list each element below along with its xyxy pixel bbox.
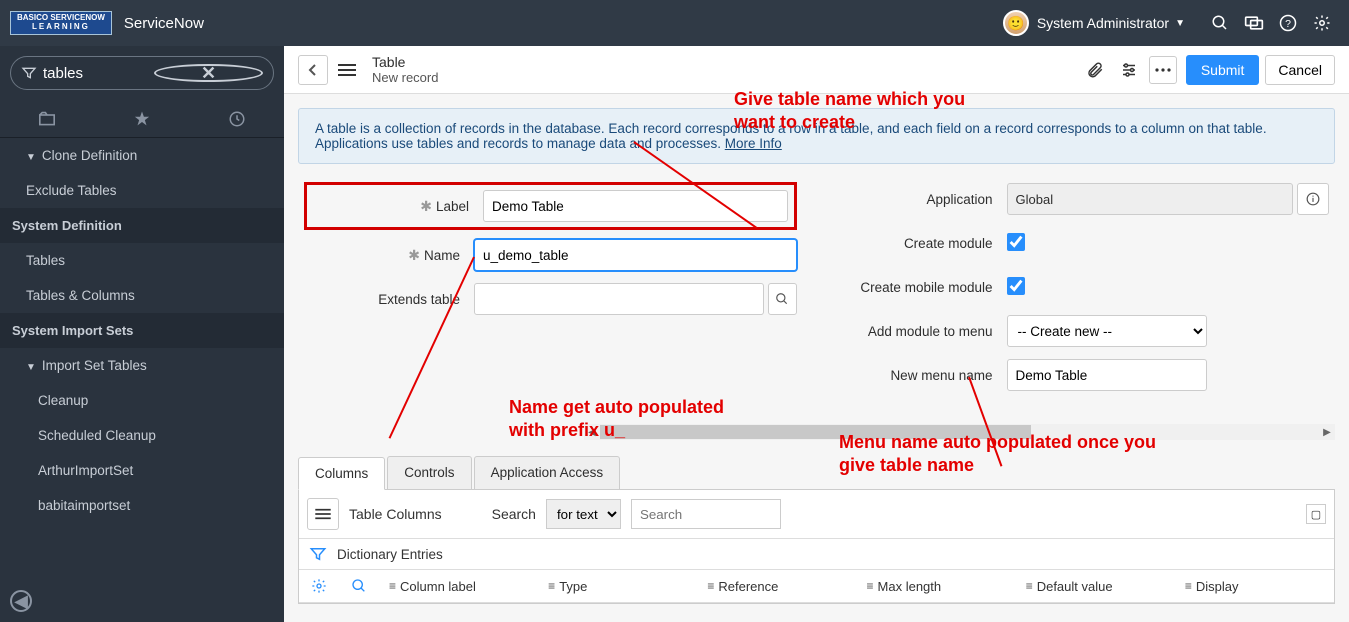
create-module-checkbox[interactable] bbox=[1007, 233, 1025, 251]
nav-item[interactable]: Exclude Tables bbox=[0, 173, 284, 208]
nav-section: System Definition bbox=[0, 208, 284, 243]
nav-section: System Import Sets bbox=[0, 313, 284, 348]
label-input[interactable] bbox=[483, 190, 788, 222]
info-box: A table is a collection of records in th… bbox=[298, 108, 1335, 164]
col-display[interactable]: ≡Display bbox=[1175, 570, 1334, 602]
col-max-length[interactable]: ≡Max length bbox=[857, 570, 1016, 602]
nav-item[interactable]: ▼Import Set Tables bbox=[0, 348, 284, 383]
list-gear-icon[interactable] bbox=[299, 570, 339, 602]
brand-name: ServiceNow bbox=[124, 15, 204, 32]
create-mobile-label: Create mobile module bbox=[860, 280, 992, 295]
application-value: Global bbox=[1007, 183, 1294, 215]
back-button[interactable] bbox=[298, 55, 328, 85]
list-header: ≡Column label ≡Type ≡Reference ≡Max leng… bbox=[299, 569, 1334, 603]
attachment-icon[interactable] bbox=[1081, 56, 1109, 84]
search-icon[interactable] bbox=[1209, 12, 1231, 34]
nav-tab-history-icon[interactable] bbox=[189, 100, 284, 137]
submit-button[interactable]: Submit bbox=[1186, 55, 1260, 85]
create-module-label: Create module bbox=[904, 236, 993, 251]
chat-icon[interactable] bbox=[1243, 12, 1265, 34]
list-filter-row: Dictionary Entries bbox=[299, 539, 1334, 569]
new-menu-input[interactable] bbox=[1007, 359, 1207, 391]
tab-columns[interactable]: Columns bbox=[298, 457, 385, 490]
list-search-label: Search bbox=[492, 506, 536, 522]
nav-item[interactable]: Cleanup bbox=[0, 383, 284, 418]
user-dropdown-caret[interactable]: ▼ bbox=[1175, 18, 1185, 29]
nav-item[interactable]: Tables bbox=[0, 243, 284, 278]
more-info-link[interactable]: More Info bbox=[725, 136, 782, 151]
nav-item[interactable]: Scheduled Cleanup bbox=[0, 418, 284, 453]
tab-application-access[interactable]: Application Access bbox=[474, 456, 621, 489]
tab-controls[interactable]: Controls bbox=[387, 456, 471, 489]
content-area: Table New record Submit Cancel A table i… bbox=[284, 46, 1349, 622]
nav-filter[interactable]: tables ✕ bbox=[10, 56, 274, 90]
form-menu-icon[interactable] bbox=[338, 63, 362, 77]
nav-collapse-icon[interactable]: ◀ bbox=[10, 590, 32, 612]
extends-lookup-icon[interactable] bbox=[768, 283, 797, 315]
col-type[interactable]: ≡Type bbox=[538, 570, 697, 602]
name-input[interactable] bbox=[474, 239, 797, 271]
list-collapse-icon[interactable]: ▢ bbox=[1306, 504, 1326, 524]
nav-filter-text: tables bbox=[43, 65, 148, 82]
col-reference[interactable]: ≡Reference bbox=[697, 570, 856, 602]
list-search-mode[interactable]: for text bbox=[546, 499, 621, 529]
user-name[interactable]: System Administrator bbox=[1037, 15, 1169, 31]
list-menu-icon[interactable] bbox=[307, 498, 339, 530]
nav-item[interactable]: ArthurImportSet bbox=[0, 453, 284, 488]
more-actions-icon[interactable] bbox=[1149, 56, 1177, 84]
filter-funnel-icon[interactable] bbox=[309, 545, 327, 563]
avatar[interactable]: 🙂 bbox=[1003, 10, 1029, 36]
header-title-block: Table New record bbox=[372, 54, 438, 85]
settings-slider-icon[interactable] bbox=[1115, 56, 1143, 84]
list-title: Table Columns bbox=[349, 506, 442, 522]
nav-item[interactable]: ▼Clone Definition bbox=[0, 138, 284, 173]
add-module-select[interactable]: -- Create new -- bbox=[1007, 315, 1207, 347]
label-field-label: Label bbox=[436, 199, 469, 214]
list-section: Table Columns Search for text ▢ Dictiona… bbox=[298, 490, 1335, 604]
application-field-label: Application bbox=[926, 192, 992, 207]
nav-tabs bbox=[0, 100, 284, 138]
create-mobile-checkbox[interactable] bbox=[1007, 277, 1025, 295]
logo: BASICO SERVICENOW LEARNING bbox=[10, 11, 112, 35]
application-info-icon[interactable] bbox=[1297, 183, 1329, 215]
nav-tab-all-icon[interactable] bbox=[0, 100, 95, 137]
left-nav: tables ✕ ▼Clone DefinitionExclude Tables… bbox=[0, 46, 284, 622]
list-toolbar: Table Columns Search for text ▢ bbox=[299, 490, 1334, 539]
nav-item[interactable]: babitaimportset bbox=[0, 488, 284, 523]
extends-input[interactable] bbox=[474, 283, 764, 315]
name-field-label: Name bbox=[424, 248, 460, 263]
header-title: Table bbox=[372, 54, 438, 70]
list-filter-breadcrumb[interactable]: Dictionary Entries bbox=[337, 547, 443, 562]
nav-list[interactable]: ▼Clone DefinitionExclude TablesSystem De… bbox=[0, 138, 284, 622]
horizontal-scrollbar[interactable]: ◀▶ bbox=[584, 424, 1335, 440]
gear-icon[interactable] bbox=[1311, 12, 1333, 34]
nav-tab-favorites-icon[interactable] bbox=[95, 100, 190, 137]
top-banner: BASICO SERVICENOW LEARNING ServiceNow 🙂 … bbox=[0, 0, 1349, 46]
list-search-column-icon[interactable] bbox=[339, 570, 379, 602]
form-header: Table New record Submit Cancel bbox=[284, 46, 1349, 94]
new-menu-label: New menu name bbox=[890, 368, 992, 383]
cancel-button[interactable]: Cancel bbox=[1265, 55, 1335, 85]
nav-item[interactable]: Tables & Columns bbox=[0, 278, 284, 313]
svg-text:?: ? bbox=[1285, 18, 1291, 30]
add-module-label: Add module to menu bbox=[868, 324, 993, 339]
list-search-input[interactable] bbox=[631, 499, 781, 529]
form-body: ✱Label ✱Name Extends table bbox=[284, 164, 1349, 420]
col-column-label[interactable]: ≡Column label bbox=[379, 570, 538, 602]
nav-filter-clear-icon[interactable]: ✕ bbox=[154, 64, 263, 82]
help-icon[interactable]: ? bbox=[1277, 12, 1299, 34]
header-subtitle: New record bbox=[372, 70, 438, 85]
tab-row: Columns Controls Application Access bbox=[298, 456, 1335, 490]
col-default-value[interactable]: ≡Default value bbox=[1016, 570, 1175, 602]
extends-field-label: Extends table bbox=[378, 292, 460, 307]
